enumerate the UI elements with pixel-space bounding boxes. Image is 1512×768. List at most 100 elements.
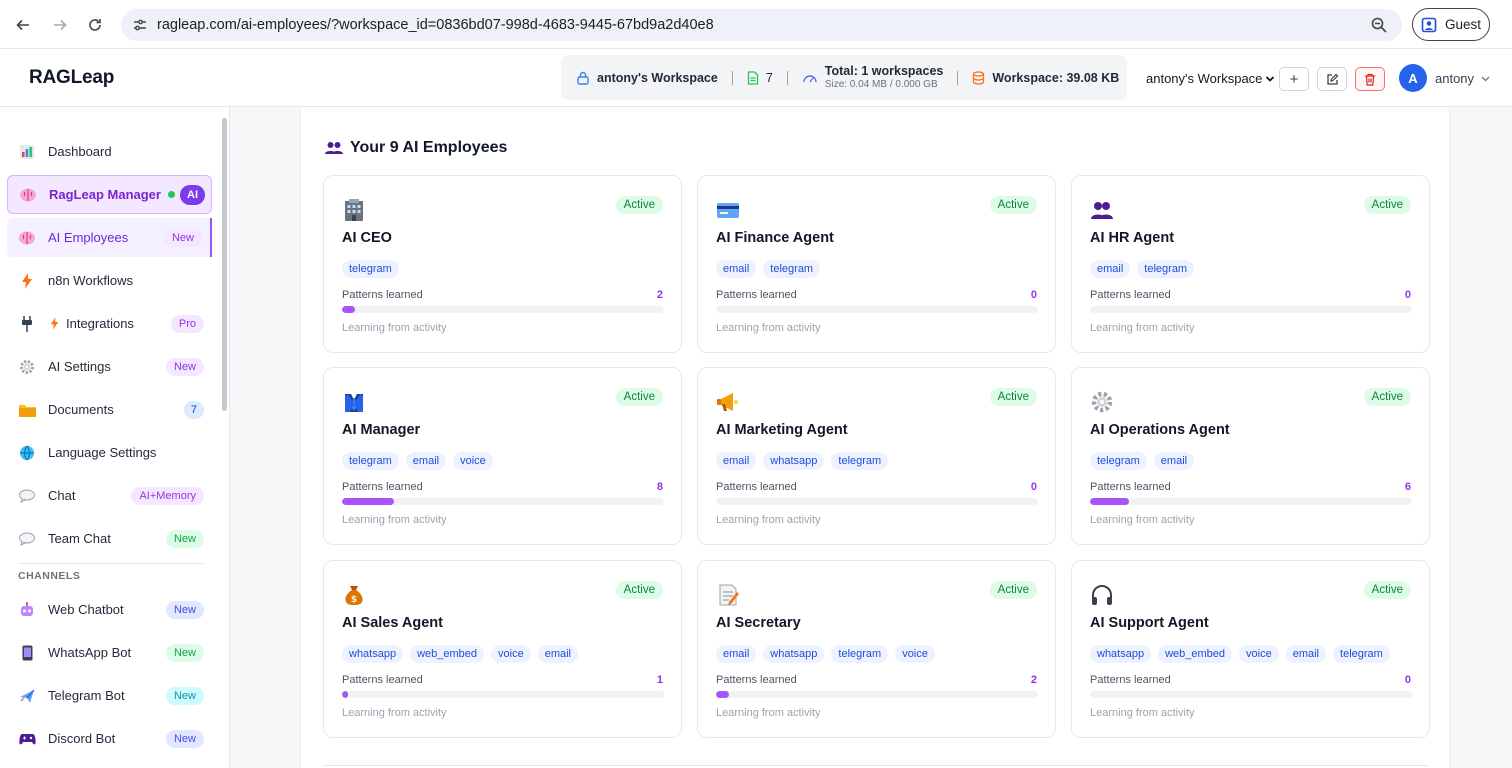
employee-card[interactable]: Active AI Secretary email whatsapp telegra… <box>697 560 1056 738</box>
sidebar-item-whatsapp-bot[interactable]: WhatsApp Bot New <box>7 633 212 672</box>
plus-icon: + <box>1289 70 1299 88</box>
sidebar-item-dashboard[interactable]: Dashboard <box>7 132 212 171</box>
employee-card[interactable]: Active AI Manager telegram email voice Pat… <box>323 367 682 545</box>
sidebar-item-ragleap-manager[interactable]: RagLeap Manager AI <box>7 175 212 214</box>
patterns-progress-bar <box>342 498 664 505</box>
speed-icon <box>803 74 817 82</box>
app-header: RAGLeap antony's Workspace 7 Total: 1 wo… <box>0 49 1512 107</box>
employee-card[interactable]: Active AI Finance Agent email telegram Pa… <box>697 175 1056 353</box>
sidebar-item-team-chat[interactable]: Team Chat New <box>7 519 212 558</box>
channel-tag: voice <box>491 645 531 663</box>
employee-name[interactable]: AI Operations Agent <box>1090 422 1230 438</box>
employee-card[interactable]: Active AI Support Agent whatsapp web_embe… <box>1071 560 1430 738</box>
address-bar[interactable]: ragleap.com/ai-employees/?workspace_id=0… <box>121 9 1402 41</box>
patterns-progress-fill <box>342 306 355 313</box>
sidebar-item-ai-employees[interactable]: AI Employees New <box>7 218 212 257</box>
channel-tag: email <box>716 452 757 470</box>
reload-icon[interactable] <box>84 14 106 36</box>
patterns-label: Patterns learned <box>1090 289 1171 301</box>
back-arrow-icon[interactable] <box>12 14 34 36</box>
add-workspace-button[interactable]: + <box>1279 67 1309 91</box>
channel-tag: whatsapp <box>763 645 825 663</box>
patterns-progress-bar <box>1090 306 1412 313</box>
gear-icon <box>17 357 37 377</box>
employee-name[interactable]: AI Marketing Agent <box>716 422 848 438</box>
patterns-progress-bar <box>716 498 1038 505</box>
sidebar-item-label: Language Settings <box>48 445 157 460</box>
sidebar-item-integrations[interactable]: Integrations Pro <box>7 304 212 343</box>
channels-header: CHANNELS <box>18 570 81 582</box>
brain-icon <box>17 228 37 248</box>
employee-name[interactable]: AI Manager <box>342 422 420 438</box>
app-logo[interactable]: RAGLeap <box>29 67 114 89</box>
employee-name[interactable]: AI HR Agent <box>1090 230 1174 246</box>
sidebar-item-label: WhatsApp Bot <box>48 645 132 660</box>
delete-workspace-button[interactable] <box>1355 67 1385 91</box>
patterns-label: Patterns learned <box>716 289 797 301</box>
channel-tag: email <box>1090 260 1131 278</box>
sidebar-item-telegram-bot[interactable]: Telegram Bot New <box>7 676 212 715</box>
patterns-label: Patterns learned <box>1090 481 1171 493</box>
sidebar-item-label: Web Chatbot <box>48 602 124 617</box>
lightning-icon <box>48 314 60 334</box>
sidebar-badge: AI <box>180 184 205 205</box>
status-badge: Active <box>1363 388 1411 406</box>
employee-name[interactable]: AI Secretary <box>716 615 801 631</box>
edit-workspace-button[interactable] <box>1317 67 1347 91</box>
patterns-progress-fill <box>1090 498 1129 505</box>
learning-label: Learning from activity <box>716 322 821 334</box>
status-badge: Active <box>989 388 1037 406</box>
sidebar-item-web-chatbot[interactable]: Web Chatbot New <box>7 590 212 629</box>
guest-profile-button[interactable]: Guest <box>1412 8 1490 41</box>
status-badge: Active <box>615 388 663 406</box>
sidebar-item-discord-bot[interactable]: Discord Bot New <box>7 719 212 758</box>
building-icon <box>342 198 368 224</box>
employee-name[interactable]: AI Sales Agent <box>342 615 443 631</box>
employee-card[interactable]: Active AI Marketing Agent email whatsapp t… <box>697 367 1056 545</box>
learning-label: Learning from activity <box>1090 322 1195 334</box>
sidebar-item-chat[interactable]: Chat AI+Memory <box>7 476 212 515</box>
patterns-progress-bar <box>1090 498 1412 505</box>
speech-bubble-icon <box>17 486 37 506</box>
employee-card[interactable]: Active AI HR Agent email telegram Pattern… <box>1071 175 1430 353</box>
status-badge: Active <box>615 196 663 214</box>
workspace-name: antony's Workspace <box>597 70 718 85</box>
total-stat: Total: 1 workspaces Size: 0.04 MB / 0.00… <box>802 64 943 91</box>
svg-text:$: $ <box>351 595 357 605</box>
gamepad-icon <box>17 729 37 749</box>
phone-icon <box>17 643 37 663</box>
sidebar-item-label: Integrations <box>66 316 134 331</box>
money-bag-icon: $ <box>342 583 368 609</box>
employee-name[interactable]: AI Finance Agent <box>716 230 834 246</box>
patterns-count: 6 <box>1404 481 1411 493</box>
sidebar-item-ai-settings[interactable]: AI Settings New <box>7 347 212 386</box>
channel-tag: whatsapp <box>342 645 404 663</box>
sidebar-badge: New <box>163 228 202 247</box>
forward-arrow-icon[interactable] <box>49 14 71 36</box>
plug-icon <box>17 314 37 334</box>
sidebar-item-language-settings[interactable]: Language Settings <box>7 433 212 472</box>
sidebar-item-documents[interactable]: Documents 7 <box>7 390 212 429</box>
sidebar-item-label: AI Employees <box>48 230 129 245</box>
zoom-icon[interactable] <box>1370 16 1388 34</box>
site-settings-icon[interactable] <box>132 17 148 33</box>
employee-card[interactable]: $ Active AI Sales Agent whatsapp web_embe… <box>323 560 682 738</box>
memo-icon <box>716 583 742 609</box>
employee-card[interactable]: Active AI Operations Agent telegram email… <box>1071 367 1430 545</box>
employee-card[interactable]: Active AI CEO telegram Patterns learned … <box>323 175 682 353</box>
status-badge: Active <box>1363 581 1411 599</box>
user-menu[interactable]: antony <box>1435 71 1490 86</box>
channel-tags: telegram <box>342 260 399 278</box>
patterns-count: 0 <box>1404 289 1411 301</box>
workspace-select[interactable]: antony's Workspace <box>1146 71 1275 86</box>
employee-name[interactable]: AI CEO <box>342 230 392 246</box>
learning-label: Learning from activity <box>342 322 447 334</box>
sidebar-scroll-thumb[interactable] <box>222 118 227 411</box>
channel-tag: voice <box>453 452 493 470</box>
sidebar-item-n8n-workflows[interactable]: n8n Workflows <box>7 261 212 300</box>
patterns-count: 8 <box>656 481 663 493</box>
channel-tag: voice <box>1239 645 1279 663</box>
avatar[interactable]: A <box>1399 64 1427 92</box>
channel-tag: telegram <box>831 452 889 470</box>
employee-name[interactable]: AI Support Agent <box>1090 615 1209 631</box>
